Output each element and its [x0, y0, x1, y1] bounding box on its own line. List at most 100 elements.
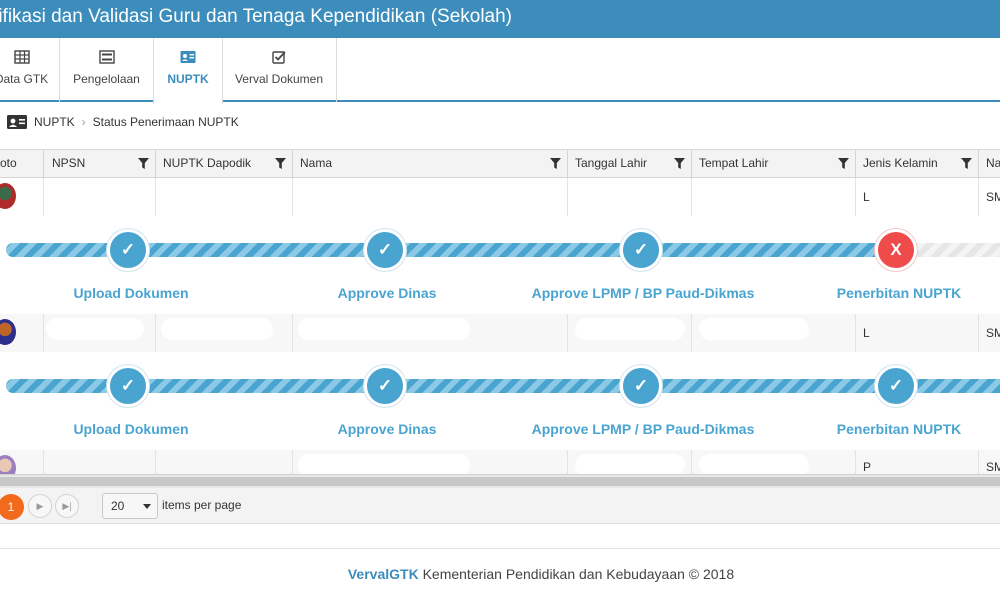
step-approve-dinas-check-icon: ✓: [364, 229, 406, 271]
cell-jenis-kelamin: L: [855, 178, 979, 216]
cell-nama: [292, 178, 568, 216]
tab-label: Verval Dokumen: [234, 72, 324, 86]
checkbox-icon: [272, 51, 286, 64]
breadcrumb-current: Status Penerimaan NUPTK: [92, 115, 239, 129]
cell-nama-sekolah: SM: [986, 460, 1000, 474]
page-title: rifikasi dan Validasi Guru dan Tenaga Ke…: [0, 6, 513, 27]
redacted-value: [298, 454, 470, 474]
cell-nuptk: [155, 314, 293, 352]
table-row[interactable]: L SM: [0, 314, 1000, 352]
step-upload-dokumen-check-icon: ✓: [107, 229, 149, 271]
redacted-value: [298, 318, 470, 340]
cell-foto: [0, 450, 44, 474]
cell-nama-sekolah: SM: [986, 326, 1000, 340]
tab-nuptk[interactable]: NUPTK: [153, 38, 223, 104]
cell-tempat-lahir: [691, 450, 856, 474]
grid-header: oto NPSN NUPTK Dapodik Nama Tanggal Lahi…: [0, 150, 1000, 178]
step-label: Approve Dinas: [337, 285, 437, 301]
cell-tempat-lahir: [691, 178, 856, 216]
column-header-jenis-kelamin[interactable]: Jenis Kelamin: [855, 150, 979, 178]
cell-tempat-lahir: [691, 314, 856, 352]
nuptk-progress-row: ✓ ✓ ✓ X Upload Dokumen Approve Dinas App…: [0, 216, 1000, 314]
step-label: Approve LPMP / BP Paud-Dikmas: [531, 285, 755, 301]
column-header-tempat-lahir[interactable]: Tempat Lahir: [691, 150, 856, 178]
cell-tanggal-lahir: [567, 314, 692, 352]
step-label: Approve Dinas: [337, 421, 437, 437]
pager: 1 ▶ ▶| 20 items per page: [0, 488, 1000, 524]
footer-brand[interactable]: VervalGTK: [348, 566, 419, 582]
step-approve-lpmp-check-icon: ✓: [620, 365, 662, 407]
redacted-value: [575, 318, 685, 340]
last-page-icon[interactable]: ▶|: [55, 494, 79, 518]
page-button-current[interactable]: 1: [0, 494, 24, 520]
column-label: NUPTK Dapodik: [163, 156, 252, 170]
redacted-value: [575, 454, 685, 474]
progress-track-remaining: [916, 243, 1000, 257]
step-approve-lpmp-check-icon: ✓: [620, 229, 662, 271]
filter-icon[interactable]: [674, 158, 685, 169]
tab-verval-dokumen[interactable]: Verval Dokumen: [222, 38, 337, 102]
tab-bar: Data GTK Pengelolaan NUPTK Verval Dokume…: [0, 38, 1000, 104]
column-label: NPSN: [52, 156, 86, 170]
avatar: [0, 183, 16, 209]
column-label: Na: [986, 156, 1000, 170]
avatar: [0, 455, 16, 474]
filter-icon[interactable]: [275, 158, 286, 169]
filter-icon[interactable]: [550, 158, 561, 169]
caret-down-icon: [143, 504, 151, 509]
cell-npsn: [44, 314, 156, 352]
column-label: Tempat Lahir: [699, 156, 769, 170]
cell-nama: [292, 314, 568, 352]
table-row[interactable]: L SM: [0, 178, 1000, 216]
filter-icon[interactable]: [961, 158, 972, 169]
column-header-tanggal-lahir[interactable]: Tanggal Lahir: [567, 150, 692, 178]
horizontal-scrollbar[interactable]: [0, 474, 1000, 488]
filter-icon[interactable]: [838, 158, 849, 169]
column-label: Nama: [300, 156, 333, 170]
cell-nuptk: [155, 450, 293, 474]
id-card-icon: [180, 51, 196, 63]
cell-npsn: [44, 178, 156, 216]
tab-label: Pengelolaan: [73, 72, 140, 86]
cell-foto: [0, 178, 44, 216]
step-label: Upload Dokumen: [73, 421, 189, 437]
column-header-nama[interactable]: Nama: [292, 150, 568, 178]
table-row[interactable]: P SM: [0, 450, 1000, 474]
page-size-value: 20: [111, 499, 125, 513]
step-upload-dokumen-check-icon: ✓: [107, 365, 149, 407]
scrollbar-thumb[interactable]: [0, 477, 1000, 486]
filter-icon[interactable]: [138, 158, 149, 169]
column-header-foto[interactable]: oto: [0, 150, 44, 178]
progress-track: [6, 379, 1000, 393]
cell-nama: [292, 450, 568, 474]
breadcrumb-root[interactable]: NUPTK: [34, 115, 75, 129]
cell-nama-sekolah: SM: [986, 190, 1000, 204]
tab-data-gtk[interactable]: Data GTK: [0, 38, 60, 102]
cell-npsn: [44, 450, 156, 474]
cell-foto: [0, 314, 44, 352]
step-label: Approve LPMP / BP Paud-Dikmas: [531, 421, 755, 437]
tab-pengelolaan[interactable]: Pengelolaan: [60, 38, 154, 102]
column-label: oto: [0, 156, 17, 170]
cell-nuptk: [155, 178, 293, 216]
column-header-nama-sekolah[interactable]: Na: [978, 150, 1000, 178]
page-size-select[interactable]: 20: [102, 493, 158, 519]
nuptk-progress-row: ✓ ✓ ✓ ✓ Upload Dokumen Approve Dinas App…: [0, 352, 1000, 450]
column-header-nuptk-dapodik[interactable]: NUPTK Dapodik: [155, 150, 293, 178]
cell-tanggal-lahir: [567, 450, 692, 474]
id-card-icon: [7, 115, 27, 129]
step-penerbitan-nuptk-fail-icon: X: [875, 229, 917, 271]
step-penerbitan-nuptk-check-icon: ✓: [875, 365, 917, 407]
redacted-value: [699, 454, 809, 474]
breadcrumb: NUPTK › Status Penerimaan NUPTK: [6, 112, 239, 132]
tab-label: NUPTK: [167, 72, 209, 86]
column-header-npsn[interactable]: NPSN: [44, 150, 156, 178]
column-label: Tanggal Lahir: [575, 156, 648, 170]
column-label: Jenis Kelamin: [863, 156, 938, 170]
footer-divider: [0, 548, 1000, 549]
step-approve-dinas-check-icon: ✓: [364, 365, 406, 407]
footer: VervalGTK Kementerian Pendidikan dan Keb…: [0, 566, 1000, 582]
avatar: [0, 319, 16, 345]
next-page-icon[interactable]: ▶: [28, 494, 52, 518]
footer-text: Kementerian Pendidikan dan Kebudayaan © …: [418, 566, 735, 582]
